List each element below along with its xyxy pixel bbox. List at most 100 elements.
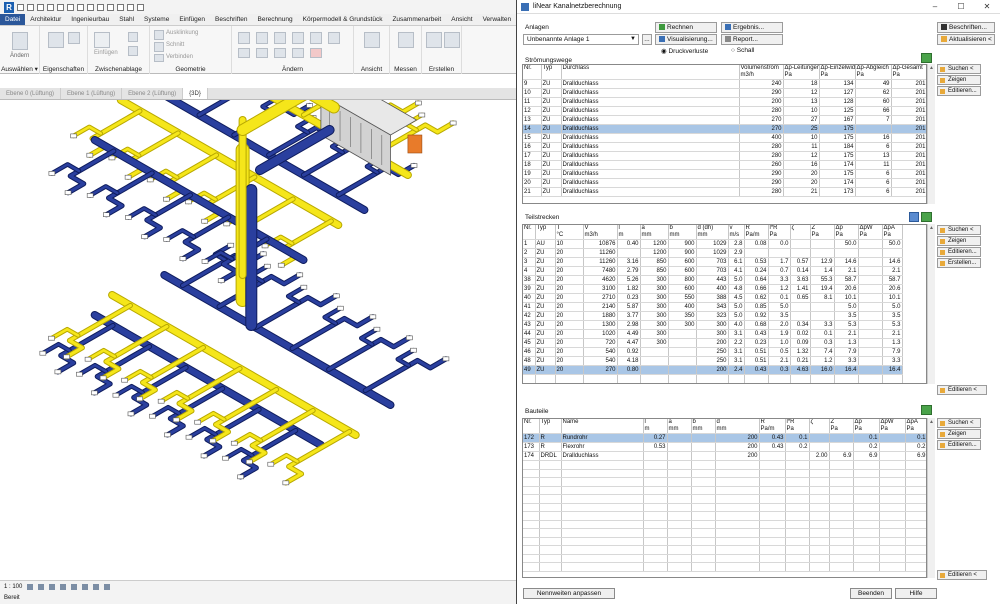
return-lower-diffuser-icon[interactable] xyxy=(373,326,381,332)
column-header[interactable]: l*R Pa xyxy=(785,419,810,434)
table-row[interactable]: 11 ZU Drallduchlass 200 13 128 60 201 xyxy=(523,97,926,107)
return-upper-diffuser-icon[interactable] xyxy=(179,256,187,261)
trim-icon[interactable] xyxy=(328,32,340,44)
supply-lower-diffuser-icon[interactable] xyxy=(121,377,128,383)
column-header[interactable]: Δp Pa xyxy=(834,225,859,240)
shadows-icon[interactable] xyxy=(60,583,67,590)
beschriften-button[interactable]: Beschriften... xyxy=(937,22,995,33)
table-row[interactable]: 20 ZU Drallduchlass 290 20 174 6 201 xyxy=(523,178,926,188)
teilstrecken-table[interactable]: Nr. Typ T °C Vm3/h l m a mm b mm d (dh) mm v m/s R Pa/… xyxy=(522,224,927,384)
return-lower-diffuser-icon[interactable] xyxy=(91,390,98,396)
tab-9[interactable]: Zusammenarbeit xyxy=(387,14,446,25)
scale-label[interactable]: 1 : 100 xyxy=(4,581,22,593)
supply-upper-diffuser-icon[interactable] xyxy=(163,196,170,202)
column-header[interactable]: T °C xyxy=(555,225,584,240)
return-upper-diffuser-icon[interactable] xyxy=(86,193,94,198)
return-lower-diffuser-icon[interactable] xyxy=(369,314,377,320)
return-lower-diffuser-icon[interactable] xyxy=(442,356,450,362)
create-group-icon[interactable] xyxy=(426,32,442,48)
return-lower-diffuser-icon[interactable] xyxy=(222,455,229,461)
column-header[interactable]: ζ xyxy=(809,419,830,434)
join-icon[interactable] xyxy=(154,54,164,62)
supply-lower-diffuser-icon[interactable] xyxy=(157,398,165,404)
visual-style-icon[interactable] xyxy=(38,583,45,590)
supply-lower-diffuser-icon[interactable] xyxy=(194,419,202,425)
column-header[interactable]: ζ xyxy=(790,225,811,240)
create-similar-icon[interactable] xyxy=(444,32,460,48)
array-icon[interactable] xyxy=(256,48,268,58)
measure-tool-icon[interactable] xyxy=(398,32,414,48)
return-lower-diffuser-icon[interactable] xyxy=(200,453,208,459)
scroll-up-icon[interactable]: ▲ xyxy=(928,64,935,72)
undo-icon[interactable] xyxy=(37,3,44,11)
table-row[interactable]: 38 ZU 20 4620 5.26 300 800 443 5.0 0.64 3.3 3.63 55.… xyxy=(523,275,903,285)
table-row[interactable]: 44 ZU 20 1020 4.49 300 300 3.1 0.43 1.9 0.02 0.1 2.1… xyxy=(523,329,903,339)
table-row[interactable]: 14 ZU Drallduchlass 270 25 175 201 xyxy=(523,124,926,134)
return-lower-diffuser-icon[interactable] xyxy=(410,347,417,353)
column-header[interactable]: Typ xyxy=(539,419,562,434)
export-excel-icon[interactable] xyxy=(921,212,932,222)
bauteile-scrollbar[interactable]: ▲ xyxy=(927,418,935,578)
table-row[interactable]: 39 ZU 20 3100 1.82 300 600 400 4.8 0.66 1.2 1.41 19.… xyxy=(523,284,903,294)
hide-isolate-icon[interactable] xyxy=(104,583,111,590)
table-row[interactable]: 10 ZU Drallduchlass 290 12 127 62 201 xyxy=(523,88,926,98)
supply-lower-diffuser-icon[interactable] xyxy=(63,354,70,360)
anlage-select[interactable]: Unbenannte Anlage 1 ▼ xyxy=(523,34,639,45)
redo-icon[interactable] xyxy=(47,3,54,11)
bauteile-table[interactable]: Nr. Typ Name l m a mm b mm d mm R Pa/m l*R Pa ζ Z Pa Δ… xyxy=(522,418,927,578)
return-upper-diffuser-icon[interactable] xyxy=(64,190,72,195)
cut-icon[interactable] xyxy=(128,32,138,42)
nennweiten-anpassen-button[interactable]: Nennweiten anpassen xyxy=(523,588,615,599)
teilstrecken-button-3[interactable]: Erstellen... xyxy=(937,258,981,268)
3d-view-canvas[interactable] xyxy=(0,12,516,580)
thin-lines-icon[interactable] xyxy=(117,3,124,11)
view-tab-2[interactable]: Ebene 2 (Lüftung) xyxy=(122,88,184,99)
return-upper-diffuser-icon[interactable] xyxy=(48,171,56,176)
align-icon[interactable] xyxy=(238,32,250,44)
text-icon[interactable] xyxy=(87,3,94,11)
3d-view-icon[interactable] xyxy=(97,3,104,11)
view-icon[interactable] xyxy=(364,32,380,48)
beenden-button[interactable]: Beenden xyxy=(850,588,892,599)
tab-8[interactable]: Körpermodell & Grundstück xyxy=(298,14,388,25)
supply-lower-diffuser-icon[interactable] xyxy=(282,480,290,486)
column-header[interactable]: b mm xyxy=(691,419,716,434)
teilstrecken-scrollbar[interactable]: ▲ xyxy=(927,224,935,384)
stroemungswege-button-1[interactable]: Zeigen xyxy=(937,75,981,85)
column-header[interactable]: l*R Pa xyxy=(768,225,791,240)
type-properties-icon[interactable] xyxy=(68,32,80,44)
tag-icon[interactable] xyxy=(77,3,84,11)
column-header[interactable]: d (dh) mm xyxy=(696,225,729,240)
supply-lower-diffuser-icon[interactable] xyxy=(209,438,217,444)
table-row[interactable]: 18 ZU Drallduchlass 260 16 174 11 201 xyxy=(523,160,926,170)
supply-upper-diffuser-icon[interactable] xyxy=(146,177,154,183)
open-icon[interactable] xyxy=(17,3,24,11)
column-header[interactable]: Δp Pa xyxy=(853,419,880,434)
column-header[interactable]: ΔpW Pa xyxy=(858,225,883,240)
supply-upper-diffuser-icon[interactable] xyxy=(223,221,231,227)
intake-hood[interactable] xyxy=(407,134,423,154)
supply-upper-diffuser-icon[interactable] xyxy=(185,199,192,205)
export-excel-icon[interactable] xyxy=(921,405,932,415)
column-header[interactable]: Typ xyxy=(541,65,562,80)
table-row[interactable]: 12 ZU Drallduchlass 280 10 125 66 201 xyxy=(523,106,926,116)
supply-upper-diffuser-icon[interactable] xyxy=(261,243,269,249)
column-header[interactable]: ΔpA Pa xyxy=(882,225,903,240)
tab-0[interactable]: Datei xyxy=(0,14,26,25)
return-lower-diffuser-icon[interactable] xyxy=(296,272,304,278)
scale-icon[interactable] xyxy=(274,48,286,58)
report-button[interactable]: Report... xyxy=(721,34,783,45)
column-header[interactable]: lm xyxy=(617,225,641,240)
supply-upper-diffuser-icon[interactable] xyxy=(277,262,285,268)
close-hidden-icon[interactable] xyxy=(127,3,134,11)
revit-logo-icon[interactable]: R xyxy=(4,1,14,13)
column-header[interactable]: Δp-Einzelwid. Pa xyxy=(819,65,856,80)
supply-upper-diffuser-icon[interactable] xyxy=(449,120,457,126)
tab-10[interactable]: Ansicht xyxy=(446,14,477,25)
ergebnis-button[interactable]: Ergebnis... xyxy=(721,22,783,33)
view-tab-3[interactable]: {3D} xyxy=(183,88,208,99)
tab-3[interactable]: Stahl xyxy=(114,14,139,25)
view-tab-0[interactable]: Ebene 0 (Lüftung) xyxy=(0,88,62,99)
teilstrecken-button-2[interactable]: Editieren... xyxy=(937,247,981,257)
scroll-up-icon[interactable]: ▲ xyxy=(928,224,935,232)
